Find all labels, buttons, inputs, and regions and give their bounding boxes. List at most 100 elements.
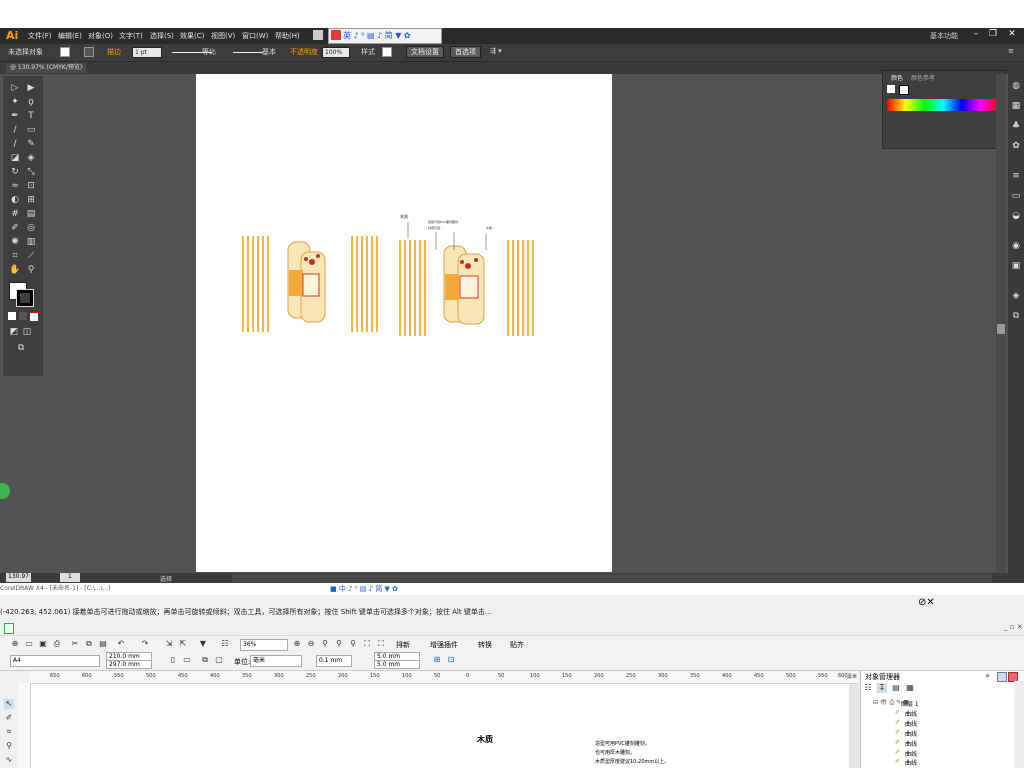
artboard[interactable]: 木质 造型可用PVC雕刻雕刻... 材质可选... 木质... (196, 74, 612, 572)
magic-wand-icon[interactable]: ✦ (9, 96, 21, 108)
appearance-icon[interactable]: ◉ (1010, 240, 1022, 252)
object-row[interactable]: 曲线 (905, 719, 917, 728)
menu-help[interactable]: 帮助(H) (275, 31, 300, 41)
menu-edit[interactable]: 编辑(E) (58, 31, 82, 41)
zoom-field[interactable]: 130.97 (6, 573, 31, 582)
copy-icon[interactable]: ⧉ (84, 639, 94, 649)
canvas-title-text[interactable]: 木质 (477, 734, 493, 745)
menu-effect[interactable]: 效果(C) (180, 31, 204, 41)
ime-toolbar-2[interactable]: ■ 中 ♪ ⁰ ▤ ♪ 简 ▼ ✿ (330, 584, 398, 594)
blend-tool-icon[interactable]: ◎ (25, 222, 37, 234)
free-transform-icon[interactable]: ⊡ (25, 180, 37, 192)
pencil-icon[interactable]: ✎ (25, 138, 37, 150)
mesh-tool-icon[interactable]: # (9, 208, 21, 220)
stroke-panel-icon[interactable]: ≡ (1010, 170, 1022, 182)
object-row[interactable]: 曲线 (905, 709, 917, 718)
graphic-styles-icon[interactable]: ▣ (1010, 260, 1022, 272)
blob-brush-icon[interactable]: ◪ (9, 152, 21, 164)
stroke-color-box[interactable] (16, 289, 34, 307)
layer-manager-view-icon[interactable]: ▤ (891, 683, 901, 693)
restore-button[interactable]: ❐ (987, 29, 999, 40)
paintbrush-icon[interactable]: ∕ (9, 138, 21, 150)
gradient-panel-icon[interactable]: ▭ (1010, 190, 1022, 202)
vertical-scroll-thumb[interactable] (997, 324, 1005, 334)
brush-definition[interactable]: 基本 (262, 47, 276, 57)
document-tab[interactable]: @ 130.97% (CMYK/预览) (6, 63, 87, 73)
paste-icon[interactable]: ▤ (98, 639, 108, 649)
ime-toolbar[interactable]: 英 ♪ ⁰ ▤ ♪ 简 ▼ ✿ (328, 28, 442, 44)
menu-select[interactable]: 选择(S) (150, 31, 174, 41)
eyedropper-icon[interactable]: ✐ (9, 222, 21, 234)
open-icon[interactable]: ▭ (24, 639, 34, 649)
stroke-label[interactable]: 描边 (107, 47, 121, 57)
menu-object[interactable]: 对象(O) (88, 31, 113, 41)
canvas-vertical-scrollbar[interactable] (849, 684, 859, 768)
treat-as-filled-icon[interactable]: ⊞ (432, 655, 442, 665)
object-row[interactable]: 曲线 (905, 739, 917, 748)
none-mode-icon[interactable] (30, 312, 38, 321)
transparency-icon[interactable]: ◒ (1010, 210, 1022, 222)
color-panel-icon[interactable]: ◍ (1010, 80, 1022, 92)
draw-normal-icon[interactable]: ◩ (8, 326, 20, 338)
fill-swatch[interactable] (60, 47, 70, 57)
pen-tool-icon[interactable]: ✒ (9, 110, 21, 122)
export-icon[interactable]: ⇱ (178, 639, 188, 649)
zoom-width-icon[interactable]: ⛶ (362, 639, 372, 649)
stroke-swatch[interactable] (84, 47, 94, 57)
rotate-tool-icon[interactable]: ↻ (9, 166, 21, 178)
preferences-button[interactable]: 首选项 (450, 46, 481, 58)
document-setup-button[interactable]: 文档设置 (406, 46, 444, 58)
perspective-grid-icon[interactable]: ⊞ (25, 194, 37, 206)
color-mode-icon[interactable] (8, 312, 16, 320)
import-icon[interactable]: ⇲ (164, 639, 174, 649)
line-tool-icon[interactable]: / (9, 124, 21, 136)
all-pages-icon[interactable]: ⧉ (200, 655, 210, 665)
show-properties-icon[interactable]: ↧ (877, 683, 887, 693)
launcher-icon[interactable]: ☷ (220, 639, 230, 649)
canvas-note-line-2[interactable]: 也可用厚木雕刻。 (595, 749, 635, 756)
align-icon[interactable]: ⇶ ▾ (490, 47, 502, 55)
page-height-input[interactable]: 297.0 mm (106, 660, 152, 669)
crop-tool-icon[interactable]: ⌗ (4, 727, 14, 737)
color-guide-tab[interactable]: 颜色参考 (911, 73, 935, 82)
save-icon[interactable]: ▣ (38, 639, 48, 649)
menu-file[interactable]: 文件(F) (28, 31, 52, 41)
layers-icon[interactable]: ◈ (1010, 290, 1022, 302)
publish-icon[interactable]: ▼ (198, 639, 208, 649)
zoom-in-icon[interactable]: ⊕ (292, 639, 302, 649)
plugin-button[interactable]: 增强插件 (430, 640, 458, 650)
gradient-mode-icon[interactable] (19, 312, 27, 320)
portrait-icon[interactable]: ▯ (168, 655, 178, 665)
slice-tool-icon[interactable]: ⟋ (25, 250, 37, 262)
arrange-button[interactable]: 排新 (396, 640, 410, 650)
symbol-sprayer-icon[interactable]: ✺ (9, 236, 21, 248)
zoom-out-icon[interactable]: ⊖ (306, 639, 316, 649)
rectangle-tool-icon[interactable]: ▭ (25, 124, 37, 136)
unit-select[interactable]: 毫米 (250, 655, 302, 667)
minimize-button[interactable]: – (970, 29, 982, 40)
column-graph-icon[interactable]: ▥ (25, 236, 37, 248)
workspace-switcher[interactable]: 基本功能 (930, 31, 958, 41)
freehand-tool-icon[interactable]: ∿ (4, 755, 14, 765)
snap-button[interactable]: 贴齐 (510, 640, 524, 650)
zoom-selected-icon[interactable]: ⚲ (320, 639, 330, 649)
none-swatch[interactable] (887, 85, 895, 93)
layer-expand-icon[interactable]: ⊟ 👁 ⎙ ✎ ■ (873, 699, 909, 707)
object-manager-scrollbar[interactable] (1014, 681, 1024, 768)
pick-tool-icon[interactable]: ↖ (4, 699, 14, 709)
type-tool-icon[interactable]: T (25, 110, 37, 122)
panel-minimize-icon[interactable] (997, 672, 1007, 682)
warp-tool-icon[interactable]: ≈ (9, 180, 21, 192)
color-spectrum[interactable] (887, 99, 999, 111)
shape-tool-icon[interactable]: ✐ (4, 713, 14, 723)
opacity-label[interactable]: 不透明度 (290, 47, 318, 57)
artboards-icon[interactable]: ⧉ (1010, 310, 1022, 322)
lasso-icon[interactable]: ϙ (25, 96, 37, 108)
dup-y-input[interactable]: 5.0 mm (374, 660, 420, 669)
style-swatch[interactable] (382, 47, 392, 57)
screen-mode-icon[interactable]: ⧉ (15, 342, 27, 354)
object-row[interactable]: 曲线 (905, 758, 917, 767)
canvas-note-line-1[interactable]: 造型可用PVC雕刻雕刻， (595, 740, 650, 747)
menu-type[interactable]: 文字(T) (119, 31, 143, 41)
white-swatch[interactable] (899, 85, 909, 95)
